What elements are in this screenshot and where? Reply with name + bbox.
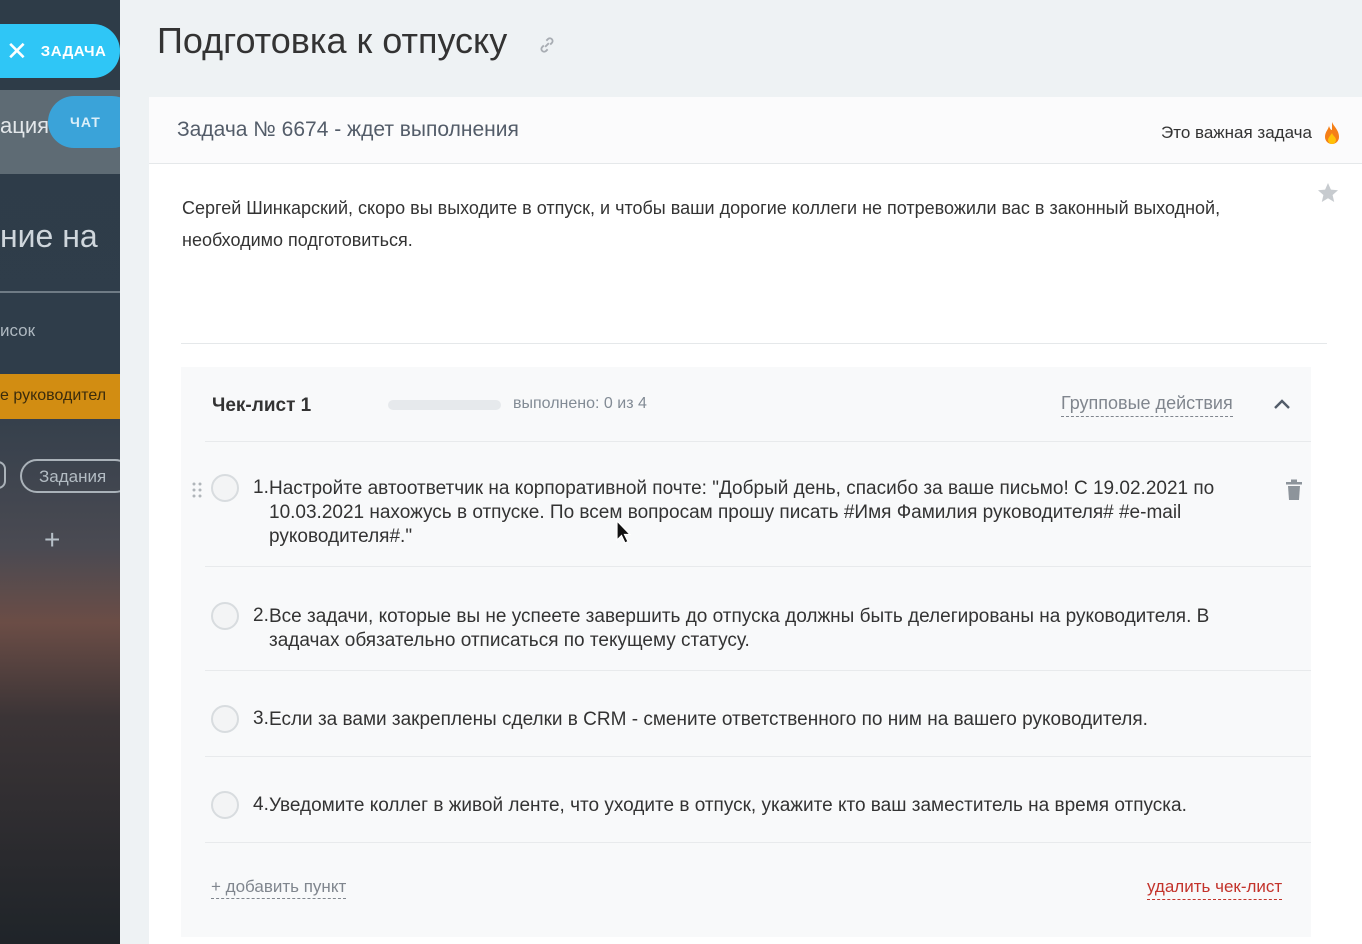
tasks-filter-button[interactable]: Задания (20, 459, 120, 493)
checklist-item-checkbox[interactable] (211, 474, 239, 502)
checklist-item: 3. Если за вами закреплены сделки в CRM … (205, 702, 1311, 757)
task-description: Сергей Шинкарский, скоро вы выходите в о… (182, 198, 1221, 250)
checklist-item-number: 1. (253, 477, 269, 498)
drag-handle-icon[interactable] (191, 481, 203, 499)
checklist-header: Чек-лист 1 выполнено: 0 из 4 Групповые д… (181, 367, 1311, 441)
background-partial-title: ация (0, 113, 50, 138)
page-title: Подготовка к отпуску (157, 20, 508, 61)
checklist: Чек-лист 1 выполнено: 0 из 4 Групповые д… (181, 367, 1311, 937)
checklist-item-checkbox[interactable] (211, 705, 239, 733)
checklist-item-number: 3. (253, 708, 269, 729)
link-icon[interactable] (536, 34, 558, 56)
checklist-item-number: 4. (253, 794, 269, 815)
checklist-progress-bar (388, 400, 501, 410)
checklist-item-checkbox[interactable] (211, 602, 239, 630)
background-divider (0, 291, 120, 293)
checklist-item-text[interactable]: Если за вами закреплены сделки в CRM - с… (269, 708, 1259, 732)
background-list-text: исок (0, 321, 36, 340)
background-panel: ация ЧАТ ние на исок е руководител Задан… (0, 0, 120, 944)
checklist-item-checkbox[interactable] (211, 791, 239, 819)
task-card-header: Задача № 6674 - ждет выполнения Это важн… (149, 97, 1362, 164)
close-task-label: ЗАДАЧА (40, 42, 107, 60)
task-number-status: Задача № 6674 - ждет выполнения (177, 118, 519, 141)
checklist-title: Чек-лист 1 (212, 395, 312, 416)
delete-checklist-link[interactable]: удалить чек-лист (1147, 877, 1283, 900)
task-panel: Подготовка к отпуску Задача № 6674 - жде… (120, 0, 1362, 944)
checklist-item-text[interactable]: Настройте автоответчик на корпоративной … (269, 477, 1259, 549)
close-task-button[interactable]: ✕ ЗАДАЧА (0, 24, 120, 78)
add-item-label: + добавить пункт (211, 877, 347, 899)
fire-icon[interactable] (1322, 121, 1342, 147)
mouse-cursor-icon (616, 520, 632, 544)
background-orange-bar: е руководител (0, 374, 120, 419)
background-circle (0, 461, 6, 489)
checklist-item: 1. Настройте автоответчик на корпоративн… (192, 471, 1311, 567)
checklist-done-count: выполнено: 0 из 4 (513, 395, 647, 412)
task-card: Задача № 6674 - ждет выполнения Это важн… (149, 97, 1362, 944)
checklist-header-divider (205, 441, 1311, 442)
checklist-item: 2. Все задачи, которые вы не успеете зав… (205, 599, 1311, 671)
add-icon[interactable]: + (44, 524, 60, 556)
close-icon: ✕ (6, 36, 28, 66)
add-item-link[interactable]: + добавить пункт (211, 877, 347, 899)
group-actions-link[interactable]: Групповые действия (1061, 393, 1233, 417)
checklist-item: 4. Уведомите коллег в живой ленте, что у… (205, 788, 1311, 843)
checklist-item-number: 2. (253, 605, 269, 626)
description-separator (181, 343, 1327, 344)
star-icon[interactable] (1316, 181, 1340, 205)
chat-button[interactable]: ЧАТ (48, 96, 120, 148)
trash-icon[interactable] (1285, 479, 1303, 501)
chevron-up-icon[interactable] (1271, 395, 1293, 413)
checklist-item-text[interactable]: Все задачи, которые вы не успеете заверш… (269, 605, 1259, 653)
background-big-text: ние на (0, 218, 98, 254)
checklist-item-text[interactable]: Уведомите коллег в живой ленте, что уход… (269, 794, 1259, 818)
important-task-toggle[interactable]: Это важная задача (1161, 123, 1312, 143)
